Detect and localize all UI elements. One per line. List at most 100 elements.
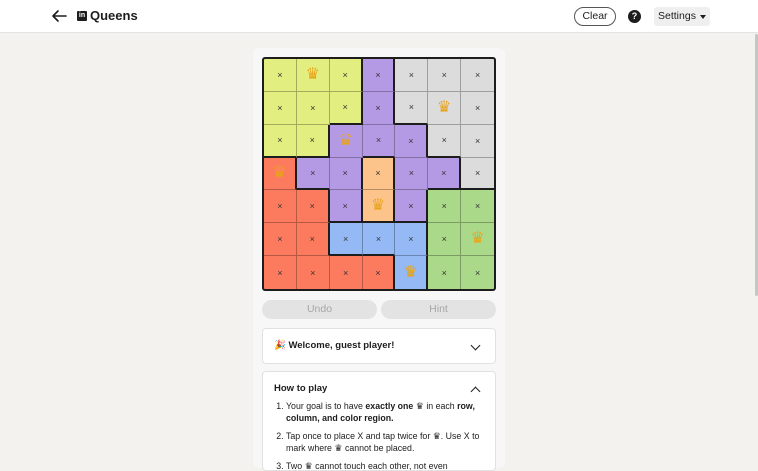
- chevron-down-icon[interactable]: [470, 340, 481, 351]
- board-cell[interactable]: ×: [395, 223, 429, 257]
- board-cell[interactable]: ×: [296, 223, 330, 257]
- board-cell[interactable]: ×: [264, 124, 297, 158]
- queen-crown-icon: ♛: [272, 164, 287, 182]
- board-cell[interactable]: ×: [264, 91, 297, 125]
- x-mark: ×: [474, 167, 481, 178]
- x-mark: ×: [375, 69, 381, 80]
- board-cell[interactable]: ×: [329, 190, 363, 224]
- board-cell[interactable]: ×: [428, 223, 462, 257]
- board-cell[interactable]: ×: [428, 157, 462, 191]
- x-mark: ×: [310, 167, 316, 178]
- board-cell[interactable]: ×: [296, 190, 330, 224]
- x-mark: ×: [310, 102, 316, 113]
- x-mark: ×: [375, 102, 381, 113]
- settings-dropdown[interactable]: Settings: [654, 7, 710, 26]
- rules-list: Your goal is to have exactly one ♛ in ea…: [274, 400, 495, 471]
- board-cell[interactable]: ♛: [362, 190, 396, 224]
- x-mark: ×: [342, 102, 348, 113]
- crown-icon: ♛: [334, 443, 343, 453]
- x-mark: ×: [277, 135, 283, 146]
- hint-button[interactable]: Hint: [381, 300, 496, 319]
- queen-crown-icon: ♛: [403, 263, 419, 281]
- how-to-play-card: How to play Your goal is to have exactly…: [262, 371, 496, 471]
- board-cell[interactable]: ×: [395, 190, 429, 224]
- x-mark: ×: [474, 135, 481, 146]
- board-cell[interactable]: ×: [296, 157, 330, 191]
- board-cell[interactable]: ×: [296, 124, 330, 158]
- queen-crown-icon: ♛: [305, 65, 320, 83]
- board-cell[interactable]: ×: [362, 223, 396, 257]
- board-cell[interactable]: ×: [329, 256, 363, 289]
- board-cell[interactable]: ×: [296, 256, 330, 289]
- back-arrow-icon[interactable]: [50, 7, 68, 25]
- board-cell[interactable]: ×: [329, 223, 363, 257]
- crown-icon: ♛: [304, 461, 313, 471]
- x-mark: ×: [343, 233, 349, 244]
- board-cell[interactable]: ×: [329, 157, 363, 191]
- rule-item: Two ♛ cannot touch each other, not even: [286, 460, 495, 471]
- x-mark: ×: [474, 267, 481, 278]
- board-cell[interactable]: ×: [264, 223, 297, 257]
- board-cell[interactable]: ×: [428, 59, 462, 92]
- rule-item: Your goal is to have exactly one ♛ in ea…: [286, 400, 495, 424]
- help-icon[interactable]: ?: [628, 10, 641, 23]
- x-mark: ×: [474, 69, 481, 80]
- board-cell[interactable]: ×: [395, 157, 429, 191]
- x-mark: ×: [309, 135, 315, 146]
- board-cell[interactable]: ×: [461, 59, 494, 92]
- board-cell[interactable]: ×: [461, 190, 494, 224]
- x-mark: ×: [342, 168, 348, 179]
- board-cell[interactable]: ×: [264, 256, 297, 289]
- x-mark: ×: [474, 201, 481, 212]
- board-cell[interactable]: ×: [264, 190, 297, 224]
- board-cell[interactable]: ×: [362, 256, 396, 289]
- board-cell[interactable]: ×: [461, 91, 494, 125]
- board-cell[interactable]: ×: [461, 256, 494, 289]
- clear-button[interactable]: Clear: [574, 7, 616, 26]
- x-mark: ×: [277, 102, 283, 113]
- x-mark: ×: [342, 200, 348, 211]
- x-mark: ×: [474, 102, 481, 113]
- board-cell[interactable]: ×: [395, 124, 429, 158]
- board-cell[interactable]: ×: [461, 124, 494, 158]
- board-cell[interactable]: ×: [296, 91, 330, 125]
- rule-item: Tap once to place X and tap twice for ♛.…: [286, 430, 495, 454]
- board-cell[interactable]: ♛: [264, 157, 297, 191]
- x-mark: ×: [375, 267, 381, 278]
- x-mark: ×: [375, 168, 381, 179]
- x-mark: ×: [441, 167, 447, 178]
- board-cell[interactable]: ♛: [329, 124, 363, 158]
- board-cell[interactable]: ×: [428, 190, 462, 224]
- board-cell[interactable]: ×: [362, 157, 396, 191]
- x-mark: ×: [408, 69, 414, 80]
- crown-icon: ♛: [432, 431, 441, 441]
- board-cell[interactable]: ×: [264, 59, 297, 92]
- welcome-card[interactable]: 🎉 Welcome, guest player!: [262, 328, 496, 364]
- board-cell[interactable]: ♛: [395, 256, 429, 289]
- undo-button[interactable]: Undo: [262, 300, 377, 319]
- board-cell[interactable]: ♛: [296, 59, 330, 92]
- x-mark: ×: [441, 201, 447, 212]
- x-mark: ×: [441, 69, 447, 80]
- x-mark: ×: [408, 135, 414, 146]
- board-cell[interactable]: ×: [428, 124, 462, 158]
- x-mark: ×: [343, 267, 349, 278]
- board-cell[interactable]: ×: [395, 91, 429, 125]
- x-mark: ×: [408, 234, 414, 245]
- board-cell[interactable]: ×: [329, 91, 363, 125]
- x-mark: ×: [309, 201, 315, 212]
- board-cell[interactable]: ×: [362, 91, 396, 125]
- board-cell[interactable]: ♛: [428, 91, 462, 125]
- board-cell[interactable]: ×: [329, 59, 363, 92]
- x-mark: ×: [441, 234, 447, 245]
- board-cell[interactable]: ×: [362, 124, 396, 158]
- board-cell[interactable]: ×: [362, 59, 396, 92]
- x-mark: ×: [342, 69, 348, 80]
- board-cell[interactable]: ×: [395, 59, 429, 92]
- board-cell[interactable]: ×: [461, 157, 494, 191]
- board-cell[interactable]: ♛: [461, 223, 494, 257]
- x-mark: ×: [408, 102, 414, 113]
- chevron-up-icon[interactable]: [470, 386, 481, 397]
- board-cell[interactable]: ×: [428, 256, 462, 289]
- x-mark: ×: [375, 135, 382, 146]
